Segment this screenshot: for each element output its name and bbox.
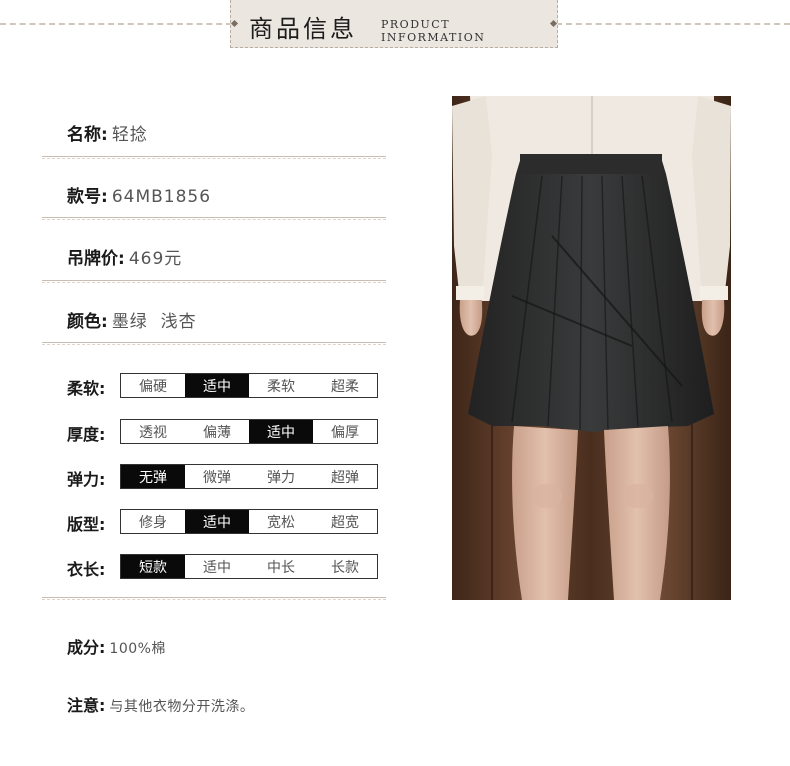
- info-color-label: 颜色:: [67, 312, 108, 332]
- composition-label: 成分:: [67, 638, 106, 657]
- scale-option: 偏厚: [313, 420, 377, 443]
- info-name-value: 轻捻: [111, 125, 148, 145]
- divider: [42, 280, 386, 283]
- scale-option-selected: 适中: [249, 420, 313, 443]
- info-color-value: 墨绿 浅杏: [111, 312, 197, 332]
- scale-option: 修身: [121, 510, 185, 533]
- info-price-value: 469元: [128, 249, 183, 269]
- scale-option: 宽松: [249, 510, 313, 533]
- header-subtitle: PRODUCT INFORMATION: [381, 18, 486, 44]
- header-stitch-left: [0, 23, 232, 25]
- divider: [42, 217, 386, 220]
- header-title: 商品信息: [249, 15, 357, 43]
- scale-option: 偏薄: [185, 420, 249, 443]
- composition-row: 成分: 100%棉: [67, 634, 166, 658]
- scale-label: 厚度:: [67, 425, 106, 444]
- info-price-row: 吊牌价: 469元: [67, 244, 182, 269]
- divider: [42, 342, 386, 345]
- scale-option: 中长: [249, 555, 313, 578]
- rating-scale: 短款 适中 中长 长款: [120, 554, 378, 579]
- divider: [42, 597, 386, 600]
- info-color-row: 颜色: 墨绿 浅杏: [67, 307, 197, 332]
- info-style-label: 款号:: [67, 187, 108, 207]
- scale-option: 偏硬: [121, 374, 185, 397]
- info-price-label: 吊牌价:: [67, 249, 125, 269]
- scale-option-selected: 适中: [185, 374, 249, 397]
- note-label: 注意:: [67, 696, 106, 715]
- scale-option: 适中: [185, 555, 249, 578]
- scale-option-selected: 无弹: [121, 465, 185, 488]
- rating-scale: 修身 适中 宽松 超宽: [120, 509, 378, 534]
- note-row: 注意: 与其他衣物分开洗涤。: [67, 692, 254, 716]
- scale-option: 长款: [313, 555, 377, 578]
- info-style-row: 款号: 64MB1856: [67, 182, 211, 207]
- note-value: 与其他衣物分开洗涤。: [109, 699, 255, 715]
- rating-scale: 透视 偏薄 适中 偏厚: [120, 419, 378, 444]
- rating-scale: 偏硬 适中 柔软 超柔: [120, 373, 378, 398]
- info-name-label: 名称:: [67, 125, 108, 145]
- scale-label: 衣长:: [67, 560, 106, 579]
- scale-option: 超弹: [313, 465, 377, 488]
- info-style-value: 64MB1856: [111, 187, 212, 207]
- scale-option: 超柔: [313, 374, 377, 397]
- scale-label: 柔软:: [67, 379, 106, 398]
- info-name-row: 名称: 轻捻: [67, 120, 148, 145]
- header-banner: 商品信息 PRODUCT INFORMATION: [230, 0, 558, 48]
- scale-option: 柔软: [249, 374, 313, 397]
- header-stitch-right: [556, 23, 790, 25]
- composition-value: 100%棉: [109, 641, 166, 657]
- scale-option-selected: 短款: [121, 555, 185, 578]
- scale-label: 版型:: [67, 515, 106, 534]
- scale-label: 弹力:: [67, 470, 106, 489]
- divider: [42, 156, 386, 159]
- rating-scale: 无弹 微弹 弹力 超弹: [120, 464, 378, 489]
- scale-option: 弹力: [249, 465, 313, 488]
- scale-option-selected: 适中: [185, 510, 249, 533]
- scale-option: 超宽: [313, 510, 377, 533]
- scale-option: 微弹: [185, 465, 249, 488]
- scale-option: 透视: [121, 420, 185, 443]
- product-photo: [452, 96, 731, 600]
